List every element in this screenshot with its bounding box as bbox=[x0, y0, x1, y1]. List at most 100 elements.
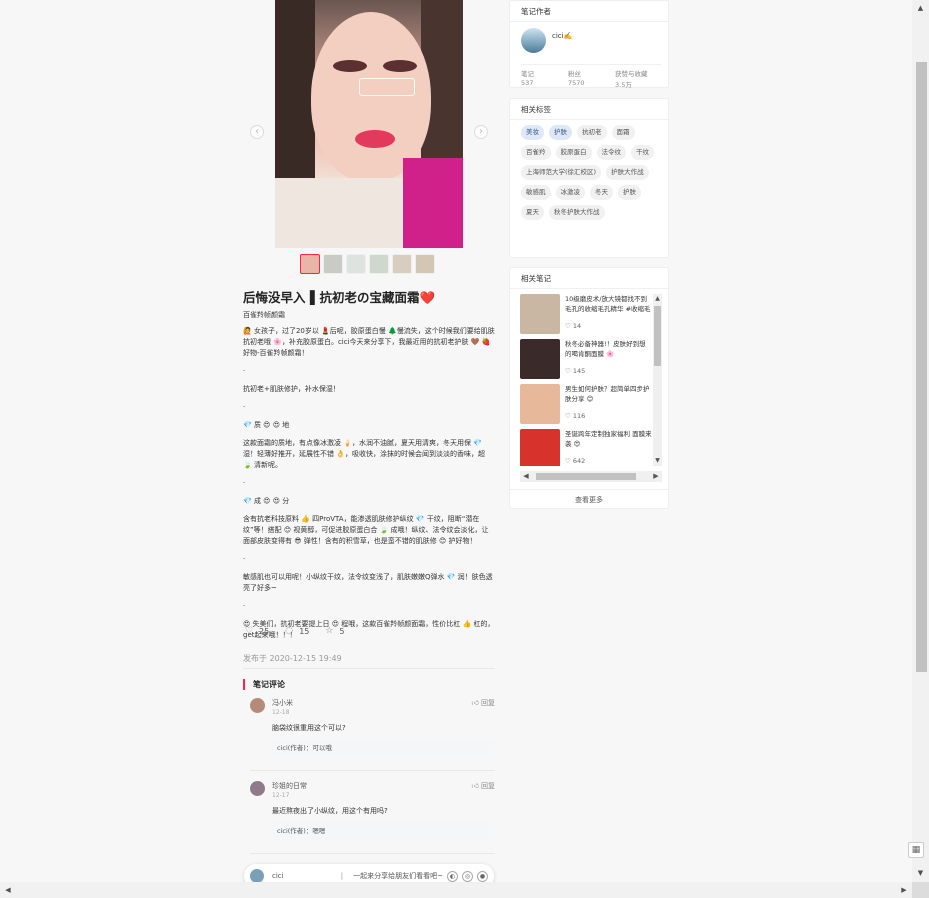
image-overlay-frame bbox=[359, 78, 415, 96]
scroll-down-arrow-icon[interactable]: ▼ bbox=[912, 865, 929, 882]
tag-list: 美妆 护肤 抗初老 面霜 百雀羚 胶原蛋白 法令纹 干纹 上海师范大学(徐汇校区) 护肤大作战 敏感… bbox=[521, 125, 661, 220]
tag-chip[interactable]: 百雀羚 bbox=[521, 145, 551, 160]
tag-chip[interactable]: 护肤 bbox=[618, 185, 641, 200]
note-paragraph: 抗初老+肌肤修护，补水保湿！ bbox=[243, 385, 340, 393]
scroll-right-arrow-icon[interactable]: ▶ bbox=[896, 882, 912, 898]
page-vertical-scrollbar[interactable]: ▲ ▼ bbox=[912, 0, 929, 882]
scroll-right-arrow-icon[interactable]: ▶ bbox=[650, 471, 662, 482]
related-note-title[interactable]: 圣诞跨年定制独家福利 面膜来袭 😍 bbox=[565, 429, 652, 449]
note-paragraph: 🙋 女孩子，过了20岁以 💄后呢，胶原蛋白慢 🌲慢流失，这个时候我们要给肌肤抗初… bbox=[243, 327, 495, 357]
qr-code-icon[interactable]: ▦ bbox=[908, 842, 924, 858]
tag-chip[interactable]: 秋冬护肤大作战 bbox=[549, 205, 605, 220]
related-vertical-scrollbar[interactable]: ▲ ▼ bbox=[653, 294, 662, 466]
image-face bbox=[311, 12, 431, 182]
weibo-share-icon[interactable]: ● bbox=[477, 870, 488, 882]
comment-text: 最近熬夜出了小纵纹，用这个有用吗? bbox=[272, 807, 388, 815]
reply-button[interactable]: 👍︎ 回复 bbox=[471, 781, 495, 791]
stat-label: 粉丝 bbox=[568, 70, 581, 78]
heart-icon: ♡ bbox=[245, 626, 254, 636]
tag-chip[interactable]: 上海师范大学(徐汇校区) bbox=[521, 165, 602, 180]
related-note-item[interactable]: 圣诞跨年定制独家福利 面膜来袭 😍 ♡ 642 bbox=[520, 429, 652, 466]
related-note-title[interactable]: 男生如何护肤？超简单四步护肤分享 😊 bbox=[565, 384, 652, 404]
divider bbox=[243, 668, 495, 669]
thumb-up-icon: 👍︎ bbox=[471, 782, 481, 790]
tag-chip[interactable]: 夏天 bbox=[521, 205, 544, 220]
avatar[interactable] bbox=[521, 28, 546, 53]
tag-chip[interactable]: 法令纹 bbox=[596, 145, 626, 160]
tag-chip[interactable]: 护肤大作战 bbox=[606, 165, 649, 180]
star-button[interactable]: ☆ 5 bbox=[325, 626, 344, 636]
related-note-thumbnail[interactable] bbox=[520, 339, 560, 379]
avatar[interactable] bbox=[250, 781, 265, 796]
like-button[interactable]: ♡ 25 bbox=[245, 626, 269, 636]
related-note-thumbnail[interactable] bbox=[520, 294, 560, 334]
like-count: 25 bbox=[259, 626, 270, 636]
related-note-item[interactable]: 男生如何护肤？超简单四步护肤分享 😊 ♡ 116 bbox=[520, 384, 652, 429]
tag-chip[interactable]: 胶原蛋白 bbox=[555, 145, 592, 160]
note-paragraph: 💎 质 😍 😍 地 bbox=[243, 421, 290, 429]
tag-chip[interactable]: 干纹 bbox=[631, 145, 654, 160]
note-paragraph: · bbox=[243, 403, 246, 411]
related-note-title[interactable]: 秋冬必备神器!！皮肤好到想的喝肯酮面膜 🌸 bbox=[565, 339, 652, 359]
comment-text: 脑袋纹很重用这个可以? bbox=[272, 724, 346, 732]
scrollbar-thumb[interactable] bbox=[536, 473, 636, 480]
wechat-share-icon[interactable]: ◐ bbox=[447, 870, 458, 882]
tag-chip[interactable]: 冬天 bbox=[590, 185, 613, 200]
scroll-up-arrow-icon[interactable]: ▲ bbox=[912, 0, 929, 17]
heart-icon: ♡ bbox=[565, 457, 573, 465]
note-paragraph: · bbox=[243, 555, 246, 563]
page-horizontal-scrollbar[interactable]: ◀ ▶ bbox=[0, 882, 912, 898]
tag-chip[interactable]: 护肤 bbox=[549, 125, 572, 140]
comment-author[interactable]: 珍姐的日常 bbox=[272, 781, 307, 791]
scroll-left-arrow-icon[interactable]: ◀ bbox=[520, 471, 532, 482]
share-prompt: 一起来分享给朋友们看看吧~ bbox=[353, 872, 443, 880]
stat-value: 3.5万 bbox=[615, 81, 632, 89]
comment-button[interactable]: ◌ 15 bbox=[285, 626, 309, 636]
tag-chip[interactable]: 敏感肌 bbox=[521, 185, 551, 200]
note-paragraph: · bbox=[243, 479, 246, 487]
image-thumbnail[interactable] bbox=[300, 254, 320, 274]
related-note-like-count: ♡ 14 bbox=[565, 322, 581, 330]
image-thumbnail[interactable] bbox=[323, 254, 343, 274]
note-main-image[interactable] bbox=[275, 0, 463, 248]
image-jacket bbox=[403, 158, 463, 248]
author-reply: cici(作者)：可以哦 bbox=[272, 739, 495, 758]
scrollbar-thumb[interactable] bbox=[916, 62, 927, 672]
scroll-up-arrow-icon[interactable]: ▲ bbox=[653, 294, 662, 304]
next-image-arrow-icon[interactable]: › bbox=[474, 125, 488, 139]
note-paragraph: 💎 成 😍 😍 分 bbox=[243, 497, 290, 505]
avatar[interactable] bbox=[250, 698, 265, 713]
view-more-button[interactable]: 查看更多 bbox=[510, 489, 668, 509]
image-thumbnail[interactable] bbox=[392, 254, 412, 274]
tag-chip[interactable]: 美妆 bbox=[521, 125, 544, 140]
related-note-item[interactable]: 秋冬必备神器!！皮肤好到想的喝肯酮面膜 🌸 ♡ 145 bbox=[520, 339, 652, 384]
scrollbar-thumb[interactable] bbox=[654, 306, 661, 366]
related-card-heading: 相关笔记 bbox=[510, 268, 668, 289]
avatar bbox=[250, 869, 264, 882]
related-notes-card: 相关笔记 10级磨皮术/放大镜都找不到毛孔的收缩毛孔精华 #收缩毛孔 ♡ 14 秋冬… bbox=[509, 267, 669, 509]
related-note-item[interactable]: 10级磨皮术/放大镜都找不到毛孔的收缩毛孔精华 #收缩毛孔 ♡ 14 bbox=[520, 294, 652, 339]
tag-chip[interactable]: 冰激凌 bbox=[555, 185, 585, 200]
related-horizontal-scrollbar[interactable]: ◀ ▶ bbox=[520, 471, 662, 482]
scroll-down-arrow-icon[interactable]: ▼ bbox=[653, 456, 662, 466]
image-thumbnail[interactable] bbox=[346, 254, 366, 274]
scroll-left-arrow-icon[interactable]: ◀ bbox=[0, 882, 16, 898]
tag-chip[interactable]: 面霜 bbox=[611, 125, 635, 140]
image-thumbnail[interactable] bbox=[369, 254, 389, 274]
comment-author[interactable]: 冯小米 bbox=[272, 698, 293, 708]
comment-date: 12-17 bbox=[272, 792, 290, 799]
moments-share-icon[interactable]: ◎ bbox=[462, 870, 473, 882]
author-stat: 笔记 537 bbox=[521, 68, 567, 89]
related-note-title[interactable]: 10级磨皮术/放大镜都找不到毛孔的收缩毛孔精华 #收缩毛孔 bbox=[565, 294, 652, 314]
author-name[interactable]: cici✍️ bbox=[552, 32, 572, 40]
related-note-thumbnail[interactable] bbox=[520, 384, 560, 424]
image-thumbnail[interactable] bbox=[415, 254, 435, 274]
related-note-thumbnail[interactable] bbox=[520, 429, 560, 466]
heart-icon: ♡ bbox=[565, 322, 573, 330]
prev-image-arrow-icon[interactable]: ‹ bbox=[250, 125, 264, 139]
reply-button[interactable]: 👍︎ 回复 bbox=[471, 698, 495, 708]
comment-item: 珍姐的日常 12-17 👍︎ 回复 最近熬夜出了小纵纹，用这个有用吗? cici… bbox=[250, 781, 495, 845]
share-bar: cici | 一起来分享给朋友们看看吧~ ◐ ◎ ● bbox=[244, 864, 494, 882]
star-icon: ☆ bbox=[325, 626, 334, 636]
tag-chip[interactable]: 抗初老 bbox=[577, 125, 607, 140]
